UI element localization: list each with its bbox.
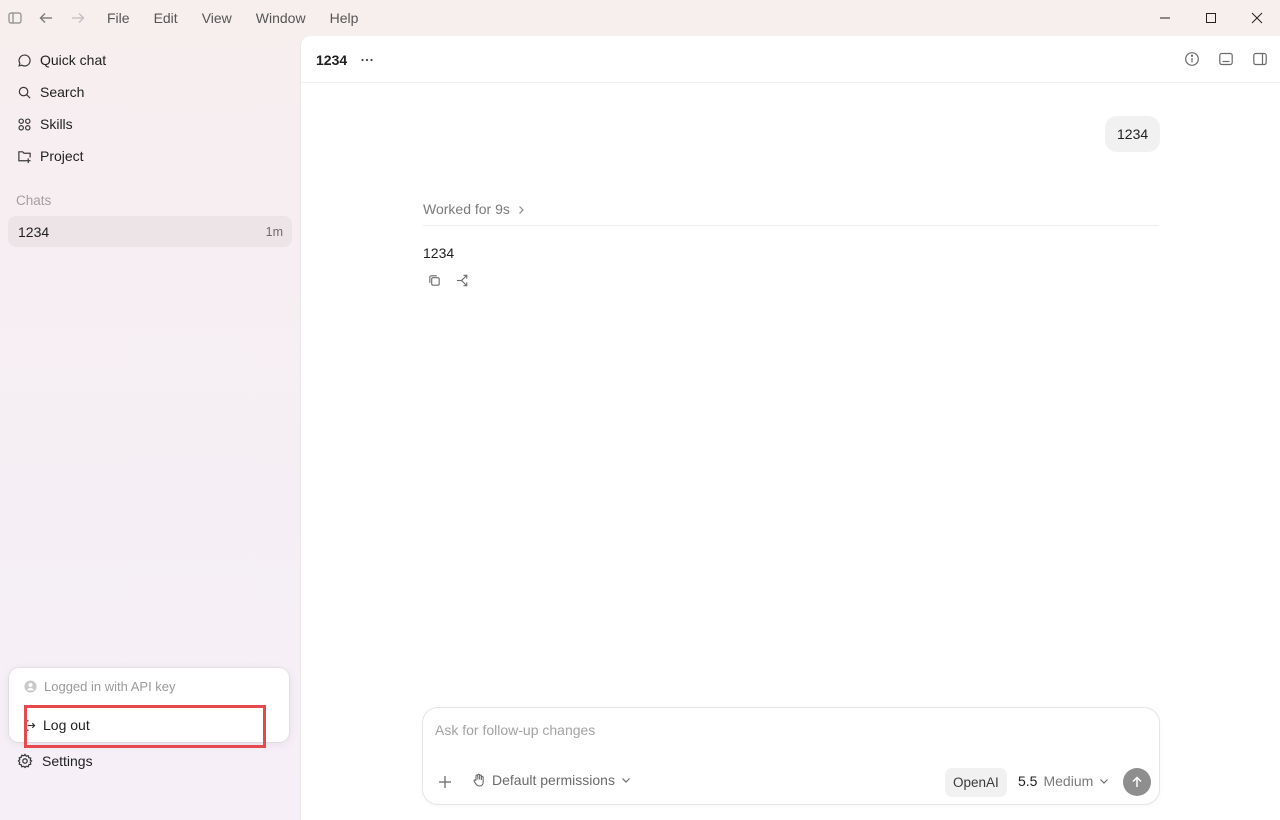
header-actions	[1184, 51, 1268, 67]
sidebar-item-quick-chat[interactable]: Quick chat	[8, 45, 292, 75]
model-selector[interactable]: 5.5 Medium	[1018, 773, 1110, 789]
sidebar-item-label: Search	[40, 84, 85, 100]
sidebar-toggle-icon[interactable]	[7, 10, 23, 26]
sidebar-item-label: Quick chat	[40, 52, 107, 68]
sidebar-item-label: Project	[40, 148, 84, 164]
branch-icon[interactable]	[455, 273, 470, 288]
title-bar: File Edit View Window Help	[0, 0, 1280, 36]
sidebar-item-label: Skills	[40, 116, 73, 132]
login-status: Logged in with API key	[24, 679, 176, 694]
search-icon	[17, 85, 40, 100]
forward-arrow-icon[interactable]	[70, 10, 86, 26]
grid-icon	[17, 117, 40, 132]
send-button[interactable]	[1123, 768, 1151, 796]
chat-timestamp: 1m	[265, 224, 283, 239]
chevron-down-icon	[615, 774, 632, 786]
worked-label: Worked for 9s	[423, 201, 510, 217]
gear-icon	[17, 753, 42, 769]
menu-file[interactable]: File	[95, 10, 142, 26]
conversation-title: 1234	[316, 52, 348, 68]
sidebar-item-search[interactable]: Search	[8, 77, 292, 107]
user-message-bubble: 1234	[1105, 116, 1161, 152]
chat-title: 1234	[18, 223, 50, 240]
reasoning-effort: Medium	[1043, 773, 1094, 789]
worked-for-toggle[interactable]: Worked for 9s	[423, 201, 1159, 226]
close-icon[interactable]	[1234, 0, 1280, 36]
highlight-box	[24, 705, 266, 748]
info-icon[interactable]	[1184, 51, 1200, 67]
reply-actions	[427, 273, 470, 288]
main-panel: 1234 1234 Worked for 9s 1234 Ask for fol…	[300, 36, 1280, 820]
terminal-panel-icon[interactable]	[1218, 51, 1234, 67]
add-attachment-icon[interactable]	[437, 774, 453, 790]
chevron-right-icon	[510, 201, 527, 216]
back-arrow-icon[interactable]	[38, 10, 54, 26]
more-options-icon[interactable]	[359, 52, 375, 68]
menu-edit[interactable]: Edit	[142, 10, 190, 26]
minimize-icon[interactable]	[1142, 0, 1188, 36]
conversation-header: 1234	[301, 36, 1280, 83]
side-panel-icon[interactable]	[1252, 51, 1268, 67]
follow-up-input[interactable]	[435, 722, 1135, 738]
menu-bar: File Edit View Window Help	[95, 0, 370, 36]
hand-icon	[472, 773, 492, 787]
sidebar-item-project[interactable]: Project	[8, 141, 292, 171]
provider-badge[interactable]: OpenAI	[945, 768, 1007, 797]
chats-section-label: Chats	[16, 193, 52, 208]
model-version: 5.5	[1018, 773, 1038, 789]
assistant-reply: 1234	[423, 245, 455, 261]
settings-button[interactable]: Settings	[8, 746, 292, 776]
permissions-dropdown[interactable]: Default permissions	[472, 772, 632, 788]
window-controls	[1142, 0, 1280, 36]
folder-plus-icon	[17, 149, 40, 164]
settings-label: Settings	[42, 753, 93, 769]
menu-help[interactable]: Help	[318, 10, 371, 26]
chat-bubble-icon	[17, 53, 40, 68]
composer: Default permissions OpenAI 5.5 Medium	[422, 707, 1160, 805]
login-status-text: Logged in with API key	[44, 679, 176, 694]
sidebar-item-skills[interactable]: Skills	[8, 109, 292, 139]
arrow-up-icon	[1130, 775, 1144, 789]
user-icon	[24, 680, 44, 693]
maximize-icon[interactable]	[1188, 0, 1234, 36]
permissions-label: Default permissions	[492, 772, 615, 788]
chevron-down-icon	[1093, 775, 1110, 787]
menu-view[interactable]: View	[190, 10, 244, 26]
copy-icon[interactable]	[427, 273, 442, 288]
chat-list-item[interactable]: 1234 1m	[8, 216, 292, 247]
menu-window[interactable]: Window	[244, 10, 318, 26]
